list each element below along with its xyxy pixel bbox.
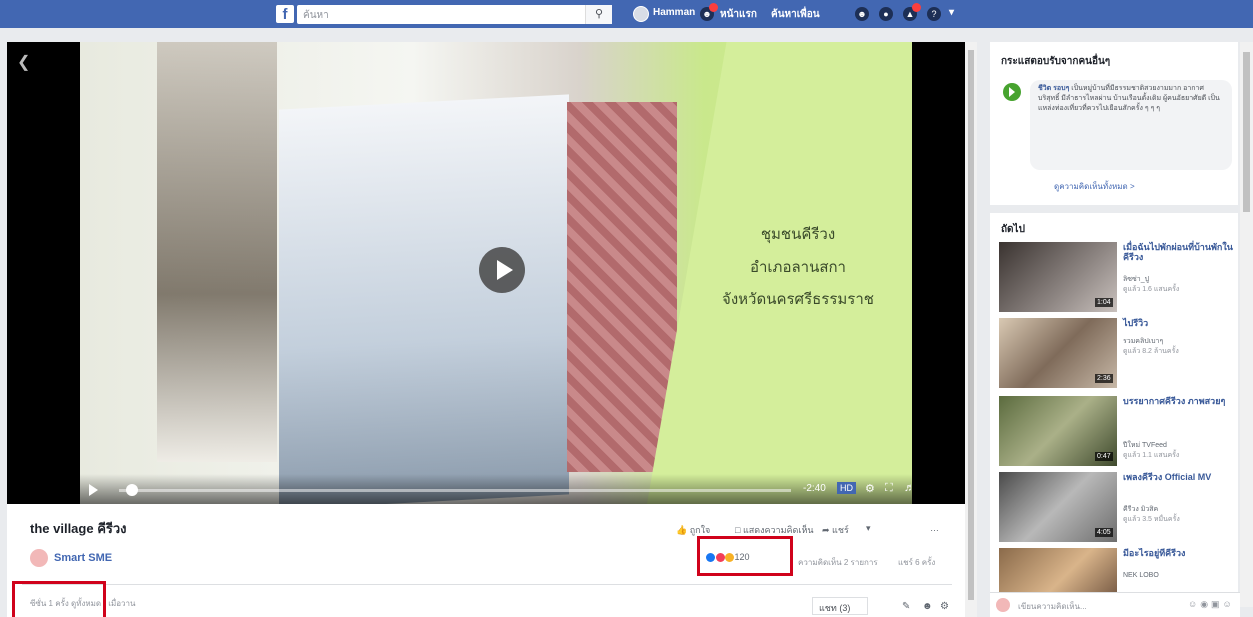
notification-badge (912, 3, 921, 12)
video-player[interactable]: ชุมชนคีรีวง อำเภอลานสกา จังหวัดนครศรีธรร… (7, 42, 965, 504)
section-separator (990, 205, 1238, 213)
scrollbar-thumb[interactable] (1243, 52, 1250, 212)
fullscreen-icon[interactable]: ⛶ (885, 482, 893, 495)
more-options-icon[interactable]: … (930, 523, 939, 533)
video-scene (567, 102, 677, 472)
suggested-video[interactable]: 4:05 เพลงคีรีวง Official MV คีรีวง มิวสิ… (999, 472, 1237, 542)
progress-track[interactable] (119, 489, 791, 492)
settings-icon[interactable]: ⚙ (940, 601, 949, 612)
video-overlay-text: ชุมชนคีรีวง (760, 225, 836, 243)
avatar (996, 598, 1010, 612)
messenger-icon[interactable]: ● (879, 7, 893, 21)
suggested-video-views: ดูแล้ว 1.6 แสนครั้ง (1123, 286, 1180, 293)
audience-chevron-down-icon[interactable]: ▾ (866, 523, 871, 534)
video-duration: 0:47 (1095, 452, 1113, 461)
previous-chevron-icon[interactable]: ❮ (17, 52, 30, 72)
shares-count[interactable]: แชร์ 6 ครั้ง (898, 556, 935, 569)
find-friends-link[interactable]: ค้นหาเพื่อน (771, 7, 820, 22)
suggested-video[interactable]: 1:04 เมื่อฉันไปพักผ่อนที่บ้านพักในคีรีวง… (999, 242, 1237, 312)
video-thumbnail[interactable] (999, 548, 1117, 592)
progress-handle[interactable] (126, 484, 139, 496)
commenter-avatar[interactable] (1003, 83, 1021, 101)
video-controls: -2:40 HD ⚙ ⛶ ♬ (7, 474, 965, 504)
volume-icon[interactable]: ♬ (904, 482, 915, 494)
friends-icon[interactable]: ☻ (922, 601, 933, 612)
comment-input[interactable]: เขียนความคิดเห็น... (1018, 600, 1087, 613)
page-name[interactable]: Smart SME (54, 552, 112, 564)
comment-bubble: ชีวิต รอบๆ เป็นหมู่บ้านที่มีธรรมชาติสวยง… (1030, 80, 1232, 170)
menu-chevron-down-icon[interactable]: ▾ (949, 7, 954, 18)
hd-button[interactable]: HD (837, 482, 856, 494)
like-button[interactable]: 👍 ถูกใจ (676, 523, 710, 537)
edit-icon[interactable]: ✎ (902, 601, 910, 612)
page-scrollbar[interactable] (965, 42, 977, 617)
suggested-video-views: ดูแล้ว 8.2 ล้านครั้ง (1123, 348, 1179, 355)
play-button[interactable] (479, 247, 525, 293)
search-input[interactable]: ค้นหา (297, 5, 612, 24)
notification-badge (709, 3, 718, 12)
suggested-video-title[interactable]: ไปรีวิว (1123, 318, 1235, 328)
suggested-video-views: ดูแล้ว 3.5 หมื่นครั้ง (1123, 516, 1180, 523)
page-link[interactable]: Smart SME (30, 549, 112, 567)
friend-requests-icon[interactable]: ☻ (855, 7, 869, 21)
video-overlay-text: จังหวัดนครศรีธรรมราช (722, 290, 874, 308)
page-avatar[interactable] (30, 549, 48, 567)
scrollbar-thumb[interactable] (968, 50, 974, 600)
video-duration: 4:05 (1095, 528, 1113, 537)
suggested-video-channel[interactable]: NEK LOBO (1123, 572, 1159, 579)
comments-count[interactable]: ความคิดเห็น 2 รายการ (798, 556, 878, 569)
top-navigation-bar: f ค้นหา ⚲ Hamman ☻ หน้าแรก ค้นหาเพื่อน ☻… (0, 0, 1253, 28)
video-title: the village คีรีวง (30, 521, 127, 536)
share-button[interactable]: ➦ แชร์ (822, 523, 849, 537)
video-overlay-text: อำเภอลานสกา (750, 258, 846, 276)
divider (22, 584, 952, 585)
chat-button[interactable]: แชท (3) (812, 597, 868, 615)
suggested-video-title[interactable]: บรรยากาศคีรีวง ภาพสวยๆ (1123, 396, 1235, 406)
comment-button[interactable]: □ แสดงความคิดเห็น (735, 523, 814, 537)
profile-link[interactable]: Hamman (653, 7, 695, 18)
search-icon[interactable]: ⚲ (585, 5, 612, 24)
suggested-video-views: ดูแล้ว 1.1 แสนครั้ง (1123, 452, 1180, 459)
sidebar-scrollbar[interactable] (1240, 42, 1253, 607)
comment-author[interactable]: ชีวิต รอบๆ (1038, 85, 1069, 92)
up-next-heading: ถัดไป (1001, 224, 1025, 235)
facebook-logo-icon[interactable]: f (276, 5, 294, 23)
suggested-video-title[interactable]: มีอะไรอยู่ที่คีรีวง (1123, 548, 1235, 558)
suggested-video[interactable]: มีอะไรอยู่ที่คีรีวง NEK LOBO (999, 548, 1237, 592)
video-duration: 1:04 (1095, 298, 1113, 307)
time-remaining: -2:40 (803, 483, 826, 494)
comments-heading: กระแสตอบรับจากคนอื่นๆ (1001, 56, 1111, 67)
suggested-video-title[interactable]: เมื่อฉันไปพักผ่อนที่บ้านพักในคีรีวง (1123, 242, 1235, 262)
highlight-box (697, 536, 793, 576)
video-scene (157, 42, 277, 462)
video-duration: 2:36 (1095, 374, 1113, 383)
suggested-video[interactable]: 0:47 บรรยากาศคีรีวง ภาพสวยๆ ปีใหม่ TVFee… (999, 396, 1237, 466)
highlight-box (12, 581, 106, 617)
suggested-video-title[interactable]: เพลงคีรีวง Official MV (1123, 472, 1235, 482)
help-icon[interactable]: ? (927, 7, 941, 21)
video-scene (279, 94, 569, 504)
composer-icons[interactable]: ☺◉▣☺ (1188, 599, 1235, 610)
settings-icon[interactable]: ⚙ (865, 482, 875, 495)
suggested-video[interactable]: 2:36 ไปรีวิว รวมคลิปเบาๆ ดูแล้ว 8.2 ล้าน… (999, 318, 1237, 388)
comment-composer: เขียนความคิดเห็น... ☺◉▣☺ (990, 592, 1240, 617)
avatar[interactable] (633, 6, 649, 22)
play-icon[interactable] (89, 484, 98, 496)
see-all-comments-link[interactable]: ดูความคิดเห็นทั้งหมด > (1054, 180, 1135, 193)
home-link[interactable]: หน้าแรก (720, 7, 757, 22)
